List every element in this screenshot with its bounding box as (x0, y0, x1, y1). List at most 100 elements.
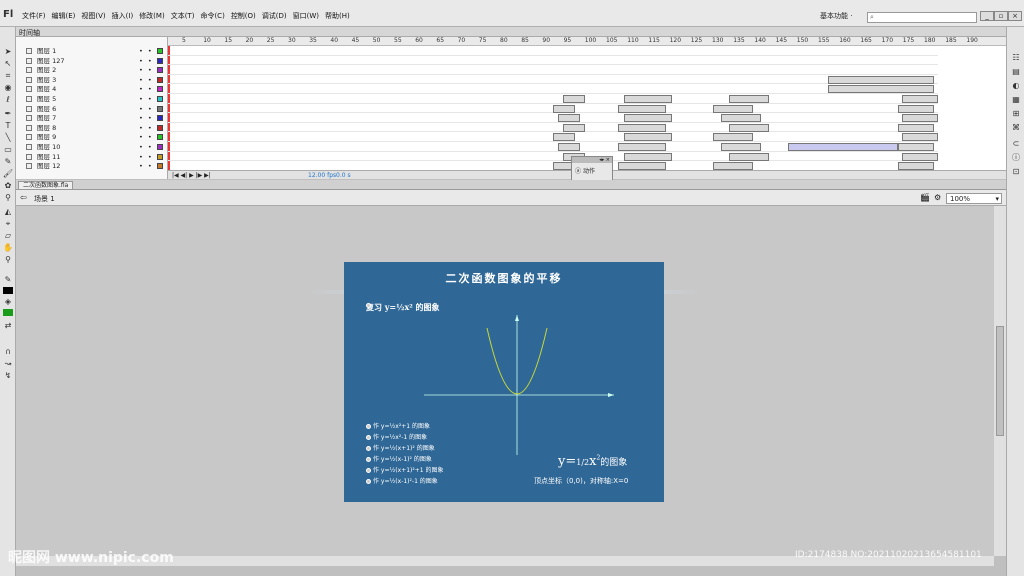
menu-item-1[interactable]: 编辑(E) (52, 11, 76, 21)
layer-row[interactable]: 图层 5 •• (16, 95, 168, 105)
layer-toggles[interactable]: •• (139, 153, 157, 162)
layer-name[interactable]: 图层 127 (37, 57, 64, 66)
help-search-input[interactable]: ⌕ (867, 12, 977, 23)
layer-toggles[interactable]: •• (139, 105, 157, 114)
layer-toggles[interactable]: •• (139, 133, 157, 142)
motion-presets-icon[interactable]: ⌘ (1010, 123, 1022, 133)
fill-color-swatch[interactable] (3, 309, 13, 316)
frame-span[interactable] (624, 114, 672, 123)
layer-color-swatch[interactable] (157, 105, 163, 112)
bone-tool-icon[interactable]: ⚲ (2, 193, 14, 203)
restore-button[interactable]: ▫ (994, 11, 1008, 21)
deco-tool-icon[interactable]: ✿ (2, 181, 14, 191)
stage-canvas[interactable]: 二次函数图象的平移 复习 y=½x² 的图象 作 y=½x²+1 的图象作 y=… (344, 262, 664, 502)
frame-span[interactable] (828, 85, 934, 94)
layer-row[interactable]: 图层 7 •• (16, 114, 168, 124)
layer-name[interactable]: 图层 8 (37, 124, 56, 133)
layer-color-swatch[interactable] (157, 134, 163, 141)
frame-row[interactable] (168, 152, 938, 162)
hand-tool-icon[interactable]: ✋ (2, 243, 14, 253)
frame-row[interactable] (168, 65, 938, 75)
frame-span[interactable] (721, 143, 761, 151)
frame-row[interactable] (168, 142, 938, 152)
edit-symbol-icon[interactable]: ⚙ (934, 193, 941, 202)
align-icon[interactable]: ⊞ (1010, 109, 1022, 119)
frame-span[interactable] (558, 114, 580, 123)
menu-item-5[interactable]: 文本(T) (171, 11, 195, 21)
frame-span[interactable] (721, 114, 761, 123)
frame-span[interactable] (713, 104, 753, 113)
menu-item-10[interactable]: 帮助(H) (325, 11, 350, 21)
bullet-item[interactable]: 作 y=½(x+1)² 的图象 (366, 443, 435, 452)
playback-controls[interactable]: |◀ ◀| ▶ |▶ ▶| (172, 172, 211, 179)
frame-span[interactable] (729, 95, 769, 103)
selection-tool-icon[interactable]: ➤ (2, 47, 14, 57)
frame-span[interactable] (618, 104, 666, 113)
smooth-icon[interactable]: ↝ (2, 359, 14, 369)
layer-name[interactable]: 图层 4 (37, 85, 56, 94)
frame-ruler[interactable]: 5 10 15 20 25 30 35 40 45 50 55 60 65 70 75 80 85 90 95 100… (168, 37, 1006, 46)
fps-readout[interactable]: 12.00 fps (308, 172, 336, 179)
layer-name[interactable]: 图层 6 (37, 105, 56, 114)
layer-name[interactable]: 图层 3 (37, 76, 56, 85)
layer-row[interactable]: 图层 1 •• (16, 47, 168, 57)
straighten-icon[interactable]: ↯ (2, 371, 14, 381)
properties-icon[interactable]: ☷ (1010, 53, 1022, 63)
frame-span[interactable] (902, 95, 938, 103)
scene-label[interactable]: 场景 1 (34, 194, 55, 204)
stroke-color-icon[interactable]: ✎ (2, 275, 14, 285)
bullet-item[interactable]: 作 y=½(x-1)² 的图象 (366, 454, 432, 463)
edit-scene-icon[interactable]: 🎬 (920, 193, 930, 202)
layer-toggles[interactable]: •• (139, 114, 157, 123)
fill-color-icon[interactable]: ◈ (2, 297, 14, 307)
transform-panel-icon[interactable]: ⊡ (1010, 167, 1022, 177)
layer-toggles[interactable]: •• (139, 57, 157, 66)
back-arrow-icon[interactable]: ⇦ (20, 193, 27, 202)
frame-span[interactable] (898, 162, 934, 171)
layer-name[interactable]: 图层 9 (37, 133, 56, 142)
layer-name[interactable]: 图层 10 (37, 143, 60, 152)
layer-row[interactable]: 图层 3 •• (16, 76, 168, 86)
frame-row[interactable] (168, 104, 938, 114)
transform-tool-icon[interactable]: ⌗ (2, 71, 14, 81)
layer-row[interactable]: 图层 11 •• (16, 153, 168, 163)
frame-span[interactable] (898, 123, 934, 132)
frame-span[interactable] (618, 143, 666, 151)
frame-span[interactable] (713, 162, 753, 171)
frame-span[interactable] (624, 152, 672, 161)
frame-span[interactable] (553, 133, 575, 142)
color-icon[interactable]: ◐ (1010, 81, 1022, 91)
layer-row[interactable]: 图层 127 •• (16, 57, 168, 67)
layer-row[interactable]: 图层 12 •• (16, 162, 168, 172)
layer-row[interactable]: 图层 6 •• (16, 105, 168, 115)
menu-item-2[interactable]: 视图(V) (81, 11, 105, 21)
layer-name[interactable]: 图层 2 (37, 66, 56, 75)
menu-item-0[interactable]: 文件(F) (22, 11, 46, 21)
code-snippets-icon[interactable]: ⊂ (1010, 139, 1022, 149)
layer-name[interactable]: 图层 12 (37, 162, 60, 171)
pencil-tool-icon[interactable]: ✎ (2, 157, 14, 167)
layer-toggles[interactable]: •• (139, 162, 157, 171)
actions-label[interactable]: 动作 (583, 168, 595, 175)
snap-magnet-icon[interactable]: ∩ (2, 347, 14, 357)
scroll-thumb[interactable] (996, 326, 1004, 436)
layer-color-swatch[interactable] (157, 76, 163, 83)
3d-rotation-icon[interactable]: ◉ (2, 83, 14, 93)
frame-span[interactable] (558, 143, 580, 151)
eyedropper-icon[interactable]: ⌖ (2, 219, 14, 229)
layer-color-swatch[interactable] (157, 144, 163, 150)
frame-span[interactable] (898, 143, 934, 151)
layer-row[interactable]: 图层 4 •• (16, 85, 168, 95)
layer-color-swatch[interactable] (157, 48, 163, 54)
frame-span[interactable] (729, 123, 769, 132)
layer-row[interactable]: 图层 8 •• (16, 124, 168, 134)
layer-row[interactable]: 图层 9 •• (16, 133, 168, 143)
layer-toggles[interactable]: •• (139, 85, 157, 94)
bullet-item[interactable]: 作 y=½(x-1)²-1 的图象 (366, 476, 438, 485)
layer-color-swatch[interactable] (157, 115, 163, 122)
layer-toggles[interactable]: •• (139, 66, 157, 75)
frame-span[interactable] (618, 162, 666, 171)
frame-row[interactable] (168, 84, 938, 94)
close-button[interactable]: × (1008, 11, 1022, 21)
frame-span[interactable] (713, 133, 753, 142)
